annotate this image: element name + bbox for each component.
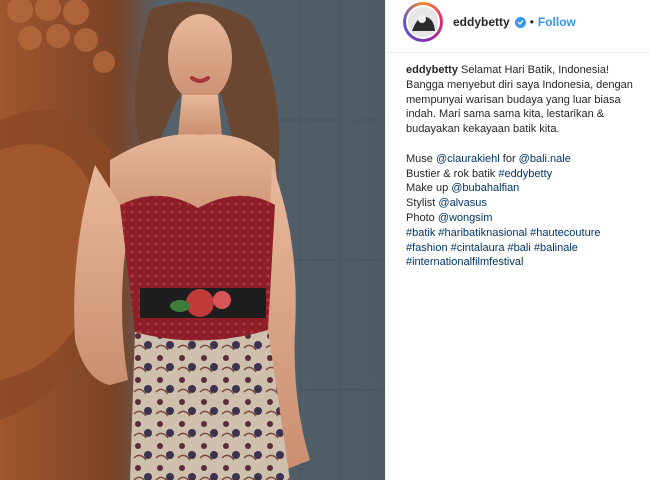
avatar-image [408, 7, 438, 37]
avatar[interactable] [406, 5, 440, 39]
credit-label: Muse [406, 152, 436, 165]
avatar-story-ring[interactable] [403, 2, 443, 42]
caption-author[interactable]: eddybetty [406, 64, 458, 76]
credit-label: Stylist [406, 197, 439, 210]
credit-line: Stylist @alvasus [406, 196, 646, 211]
credit-connector: for [499, 152, 519, 165]
hashtag-link[interactable]: #internationalfilmfestival [406, 256, 523, 268]
hashtag-link[interactable]: #bali [508, 242, 531, 254]
mention-link[interactable]: @bubahalfian [451, 182, 519, 194]
header-divider [386, 52, 650, 53]
credit-line: Make up @bubahalfian [406, 181, 646, 196]
hashtag-link[interactable]: #batik [406, 227, 435, 239]
hashtag-link[interactable]: #fashion [406, 242, 448, 254]
caption-hashtags: #batik #haribatiknasional #hautecouture #… [406, 226, 646, 270]
mention-link[interactable]: @claurakiehl [436, 153, 500, 165]
hashtag-link[interactable]: #balinale [534, 242, 578, 254]
hashtag-link[interactable]: #hautecouture [530, 227, 600, 239]
credit-line: Muse @claurakiehl for @bali.nale [406, 152, 646, 167]
author-username[interactable]: eddybetty [453, 15, 510, 29]
hashtag-link[interactable]: #haribatiknasional [438, 227, 527, 239]
post-caption: eddybetty Selamat Hari Batik, Indonesia!… [406, 63, 646, 270]
follow-button[interactable]: Follow [538, 15, 576, 29]
hashtag-link[interactable]: #eddybetty [498, 168, 552, 180]
hashtag-line: #batik #haribatiknasional #hautecouture [406, 226, 646, 241]
post-photo-illustration [0, 0, 385, 480]
post-side-panel: eddybetty • Follow eddybetty Selamat Har… [385, 0, 650, 480]
credit-line: Photo @wongsim [406, 211, 646, 226]
verified-badge-icon [514, 16, 526, 28]
credit-line: Bustier & rok batik #eddybetty [406, 167, 646, 182]
caption-main: eddybetty Selamat Hari Batik, Indonesia!… [406, 63, 646, 137]
credit-label: Photo [406, 211, 438, 224]
hashtag-link[interactable]: #cintalaura [451, 242, 505, 254]
hashtag-line: #internationalfilmfestival [406, 255, 646, 270]
credit-label: Make up [406, 182, 452, 195]
mention-link[interactable]: @wongsim [438, 212, 493, 224]
credit-label: Bustier & rok batik [406, 167, 499, 180]
mention-link[interactable]: @alvasus [438, 197, 486, 209]
caption-credits: Muse @claurakiehl for @bali.nale Bustier … [406, 152, 646, 226]
post-photo[interactable] [0, 0, 385, 480]
hashtag-line: #fashion #cintalaura #bali #balinale [406, 241, 646, 256]
post-header: eddybetty • Follow [386, 0, 650, 44]
mention-link[interactable]: @bali.nale [519, 153, 571, 165]
header-separator: • [529, 15, 534, 29]
